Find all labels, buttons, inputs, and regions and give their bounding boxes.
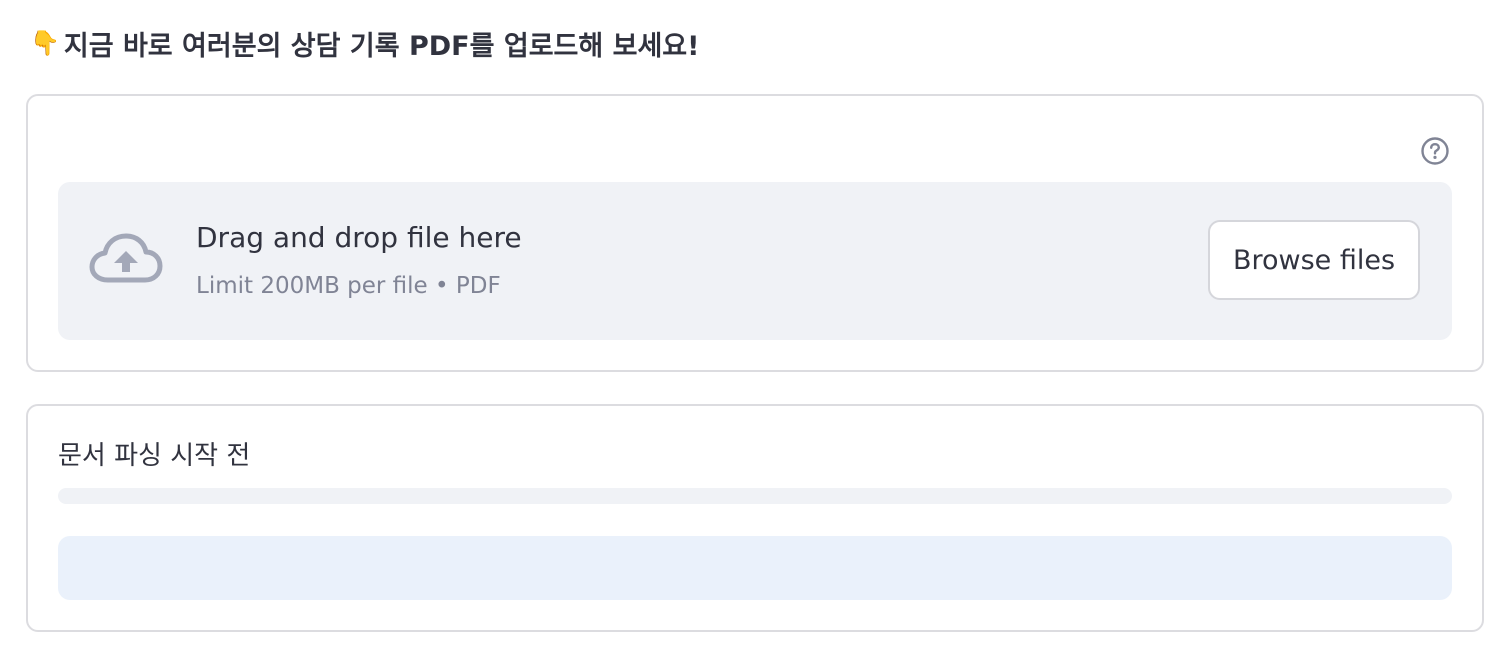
browse-files-button[interactable]: Browse files	[1208, 220, 1420, 300]
page-title: 지금 바로 여러분의 상담 기록 PDF를 업로드해 보세요!	[63, 30, 700, 62]
pointing-down-emoji-icon: 👇	[30, 29, 60, 57]
parsing-status-card: 문서 파싱 시작 전	[26, 404, 1484, 632]
drop-label: Drag and drop file here	[196, 221, 522, 254]
cloud-upload-icon	[88, 232, 164, 288]
parsing-status-label: 문서 파싱 시작 전	[58, 441, 251, 471]
file-limit-label: Limit 200MB per file • PDF	[196, 273, 501, 299]
file-uploader-card: Drag and drop file here Limit 200MB per …	[26, 94, 1484, 372]
file-dropzone[interactable]: Drag and drop file here Limit 200MB per …	[58, 182, 1452, 340]
parsing-progress-bar	[58, 488, 1452, 504]
dropzone-instructions: Drag and drop file here Limit 200MB per …	[196, 218, 522, 302]
status-info-box	[58, 536, 1452, 600]
page-heading: 👇 지금 바로 여러분의 상담 기록 PDF를 업로드해 보세요!	[30, 22, 699, 64]
question-circle-icon[interactable]	[1420, 136, 1450, 166]
app-page: 👇 지금 바로 여러분의 상담 기록 PDF를 업로드해 보세요! Drag a…	[0, 0, 1512, 662]
